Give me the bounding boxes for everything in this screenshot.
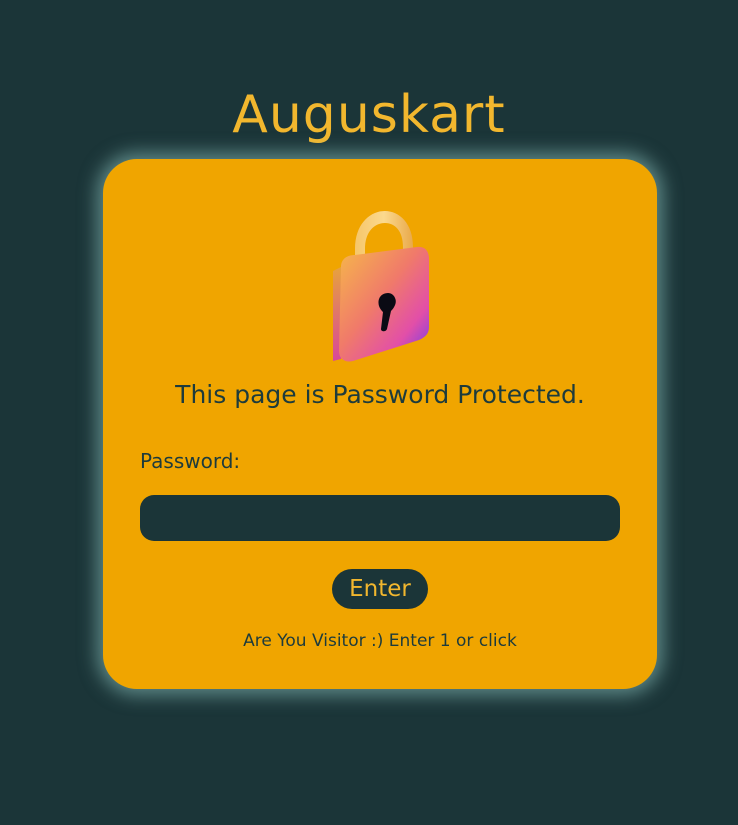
padlock-icon xyxy=(333,211,429,362)
protected-message: This page is Password Protected. xyxy=(175,380,585,409)
password-card: This page is Password Protected. Passwor… xyxy=(103,159,657,689)
visitor-hint-text: Are You Visitor :) Enter 1 or xyxy=(243,631,474,651)
enter-button[interactable]: Enter xyxy=(332,569,428,609)
site-title: Auguskart xyxy=(232,84,506,145)
visitor-hint: Are You Visitor :) Enter 1 or click xyxy=(103,629,657,653)
password-label: Password: xyxy=(140,449,241,473)
password-input[interactable] xyxy=(140,495,620,541)
visitor-click-link[interactable]: click xyxy=(479,631,517,651)
